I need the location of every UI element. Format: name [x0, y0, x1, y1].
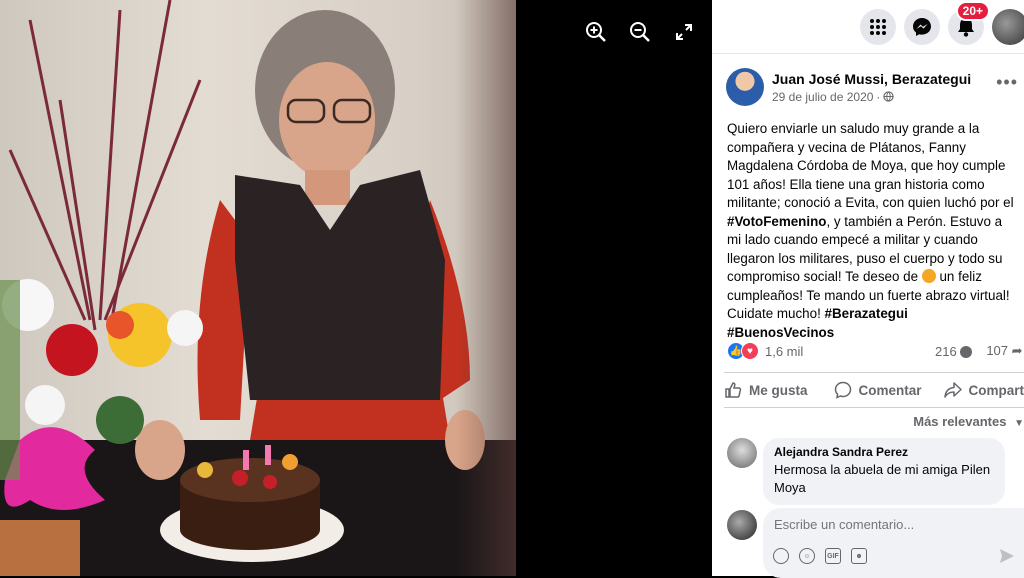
- comment-sort-dropdown[interactable]: Más relevantes ▼: [913, 414, 1024, 429]
- commenter-avatar[interactable]: [727, 438, 757, 468]
- post-date-row: 29 de julio de 2020 ·: [772, 90, 971, 104]
- send-button[interactable]: [999, 548, 1015, 569]
- my-avatar[interactable]: [727, 510, 757, 540]
- post-side-panel: 20+ Juan José Mussi, Berazategui 29 de j…: [712, 0, 1024, 578]
- profile-avatar[interactable]: [992, 8, 1024, 45]
- gif-icon[interactable]: GIF: [825, 548, 841, 564]
- notification-count-badge: 20+: [955, 0, 990, 21]
- commenter-name[interactable]: Alejandra Sandra Perez: [774, 445, 993, 459]
- post-date[interactable]: 29 de julio de 2020: [772, 90, 873, 104]
- comment-button[interactable]: Comentar: [834, 381, 922, 399]
- zoom-in-icon[interactable]: [584, 20, 608, 44]
- separator-dot: ·: [876, 89, 881, 104]
- notifications-button[interactable]: 20+: [948, 0, 990, 45]
- reaction-stats: 👍 ♥ 1,6 mil 216 107 ➦: [727, 342, 1024, 360]
- post-photo[interactable]: [0, 0, 516, 576]
- comment-input[interactable]: [774, 517, 1004, 532]
- comment-count: 216: [935, 343, 957, 359]
- menu-grid-button[interactable]: [860, 8, 896, 45]
- comment-bubble: Alejandra Sandra Perez Hermosa la abuela…: [763, 438, 1005, 505]
- viewer-toolbar: [584, 20, 696, 44]
- orange-heart-icon: [921, 269, 936, 283]
- zoom-out-icon[interactable]: [628, 20, 652, 44]
- share-label: Compartir: [968, 382, 1024, 398]
- author-name[interactable]: Juan José Mussi, Berazategui: [772, 71, 971, 87]
- sticker-icon[interactable]: ☻: [851, 548, 867, 564]
- reaction-icons[interactable]: 👍 ♥: [727, 342, 759, 360]
- action-bar: Me gusta Comentar Compartir: [724, 372, 1024, 408]
- share-count-group[interactable]: 107 ➦: [986, 343, 1022, 359]
- globe-icon: [883, 91, 895, 102]
- thumbs-up-icon: [725, 382, 742, 398]
- love-reaction-icon: ♥: [741, 342, 759, 360]
- hashtag-link[interactable]: #BuenosVecinos: [727, 325, 834, 340]
- messenger-icon: [913, 17, 931, 36]
- avatar-sticker-icon[interactable]: [773, 548, 789, 564]
- comment-icon: [834, 381, 851, 399]
- share-count: 107: [986, 343, 1009, 358]
- emoji-icon[interactable]: ☺: [799, 548, 815, 564]
- comment-bubble-icon: [960, 345, 973, 358]
- author-info: Juan José Mussi, Berazategui 29 de julio…: [772, 71, 971, 104]
- hashtag-link[interactable]: #VotoFemenino: [727, 214, 826, 229]
- stats-right: 216 107 ➦: [935, 343, 1023, 359]
- comment-item: Alejandra Sandra Perez Hermosa la abuela…: [727, 438, 1005, 505]
- comment-count-group[interactable]: 216: [935, 343, 973, 359]
- comment-text: Hermosa la abuela de mi amiga Pilen Moya: [774, 462, 991, 495]
- like-button[interactable]: Me gusta: [724, 381, 808, 399]
- comment-composer: ☺ GIF ☻: [727, 508, 1024, 578]
- messenger-button[interactable]: [904, 8, 940, 45]
- composer-tools: ☺ GIF ☻: [773, 548, 867, 564]
- more-options-icon[interactable]: •••: [996, 72, 1018, 93]
- comment-box: ☺ GIF ☻: [763, 508, 1024, 578]
- post-text-part: Quiero enviarle un saludo muy grande a l…: [727, 121, 1014, 210]
- post-header: Juan José Mussi, Berazategui 29 de julio…: [712, 54, 1024, 106]
- reaction-count[interactable]: 1,6 mil: [765, 344, 803, 359]
- grid-icon: [870, 18, 886, 35]
- photo-viewer: [0, 0, 712, 576]
- share-arrow-icon: ➦: [1011, 343, 1023, 358]
- chevron-down-icon: ▼: [1014, 418, 1024, 429]
- photo-shadow: [456, 0, 516, 576]
- like-label: Me gusta: [749, 382, 808, 398]
- top-bar: 20+: [712, 0, 1024, 54]
- fullscreen-icon[interactable]: [672, 20, 696, 44]
- photo-illustration: [0, 0, 516, 576]
- sort-label: Más relevantes: [913, 414, 1007, 429]
- share-button[interactable]: Compartir: [943, 381, 1024, 399]
- send-icon: [1000, 549, 1014, 563]
- hashtag-link[interactable]: #Berazategui: [825, 306, 908, 321]
- share-icon: [943, 382, 962, 398]
- comment-label: Comentar: [858, 382, 922, 398]
- post-text: Quiero enviarle un saludo muy grande a l…: [712, 106, 1024, 342]
- author-avatar[interactable]: [726, 68, 764, 106]
